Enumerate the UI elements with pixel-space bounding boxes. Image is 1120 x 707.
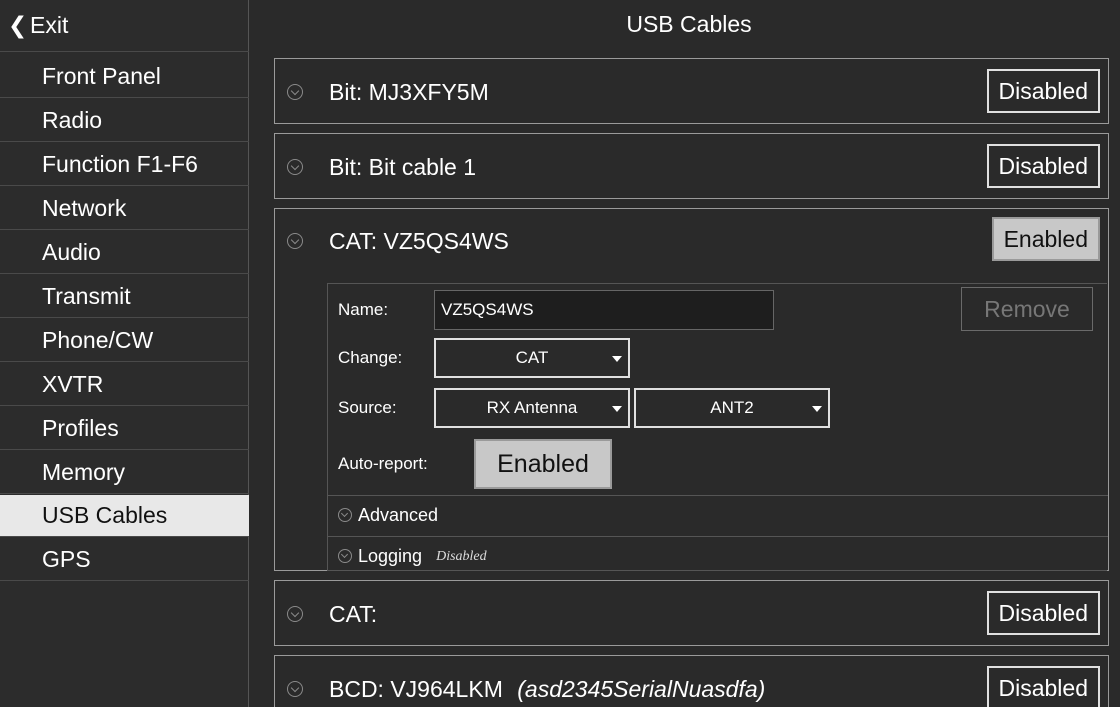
advanced-section-toggle[interactable]: Advanced: [328, 495, 1108, 535]
remove-button[interactable]: Remove: [961, 287, 1093, 331]
logging-section-toggle[interactable]: Logging Disabled: [328, 536, 1108, 576]
collapse-chevron-icon[interactable]: [287, 233, 303, 249]
sidebar-item-gps[interactable]: GPS: [0, 539, 249, 581]
cable-detail: Name: VZ5QS4WS Remove Change: CAT Source…: [327, 283, 1108, 571]
cable-state-button[interactable]: Disabled: [986, 591, 1100, 635]
cable-name: MJ3XFY5M: [368, 79, 489, 105]
exit-label: Exit: [30, 12, 69, 38]
main-content: USB Cables Bit: MJ3XFY5M Disabled Bit: B…: [258, 0, 1120, 707]
cable-type: Bit:: [329, 79, 363, 105]
cable-name: VZ5QS4WS: [383, 228, 509, 254]
chevron-left-icon: ❮: [8, 12, 28, 38]
source-value: RX Antenna: [486, 398, 578, 417]
page-title: USB Cables: [626, 11, 752, 37]
cable-panel: Bit: Bit cable 1 Disabled: [274, 133, 1109, 199]
expand-chevron-icon[interactable]: [287, 681, 303, 697]
sidebar-item-audio[interactable]: Audio: [0, 232, 249, 274]
logging-label: Logging: [358, 546, 423, 566]
cable-panel-header[interactable]: Bit: Bit cable 1 Disabled: [275, 134, 1108, 192]
cable-type: CAT:: [329, 601, 378, 627]
cable-title: CAT:: [329, 601, 377, 628]
caret-down-icon: [612, 356, 622, 362]
source-port-value: ANT2: [710, 398, 754, 417]
name-label: Name:: [338, 300, 389, 319]
settings-sidebar: ❮ Exit Front Panel Radio Function F1-F6 …: [0, 0, 249, 707]
caret-down-icon: [812, 406, 822, 412]
cable-serial: (asd2345SerialNuasdfa): [517, 676, 766, 702]
cable-state-button[interactable]: Disabled: [986, 144, 1100, 188]
advanced-label: Advanced: [358, 505, 439, 525]
cable-state-button[interactable]: Disabled: [986, 666, 1100, 707]
name-field[interactable]: VZ5QS4WS: [434, 290, 774, 330]
cable-panel-expanded: CAT: VZ5QS4WS Enabled Name: VZ5QS4WS Rem…: [274, 208, 1109, 571]
change-dropdown[interactable]: CAT: [434, 338, 630, 378]
cable-panel-header[interactable]: CAT: VZ5QS4WS Enabled: [275, 209, 1108, 267]
auto-report-label: Auto-report:: [338, 454, 428, 473]
cable-panel-header[interactable]: BCD: VJ964LKM (asd2345SerialNuasdfa) Dis…: [275, 656, 1108, 707]
cable-panel: Bit: MJ3XFY5M Disabled: [274, 58, 1109, 124]
cable-title: Bit: MJ3XFY5M: [329, 79, 489, 106]
cable-name: VJ964LKM: [390, 676, 503, 702]
expand-chevron-icon[interactable]: [287, 84, 303, 100]
expand-chevron-icon: [338, 549, 352, 563]
cable-panel: CAT: Disabled: [274, 580, 1109, 646]
cable-type: BCD:: [329, 676, 384, 702]
source-label: Source:: [338, 398, 397, 417]
cable-type: CAT:: [329, 228, 378, 254]
expand-chevron-icon[interactable]: [287, 606, 303, 622]
cable-panel-header[interactable]: Bit: MJ3XFY5M Disabled: [275, 59, 1108, 117]
sidebar-item-phone-cw[interactable]: Phone/CW: [0, 320, 249, 362]
cable-title: BCD: VJ964LKM (asd2345SerialNuasdfa): [329, 676, 765, 703]
cable-panel: BCD: VJ964LKM (asd2345SerialNuasdfa) Dis…: [274, 655, 1109, 707]
sidebar-item-transmit[interactable]: Transmit: [0, 276, 249, 318]
sidebar-item-radio[interactable]: Radio: [0, 100, 249, 142]
sidebar-item-profiles[interactable]: Profiles: [0, 408, 249, 450]
cable-title: Bit: Bit cable 1: [329, 154, 476, 181]
exit-button[interactable]: ❮ Exit: [0, 0, 249, 52]
cable-name: Bit cable 1: [368, 154, 477, 180]
cable-state-button[interactable]: Enabled: [991, 217, 1100, 261]
cable-title: CAT: VZ5QS4WS: [329, 228, 509, 255]
sidebar-item-network[interactable]: Network: [0, 188, 249, 230]
auto-report-toggle[interactable]: Enabled: [474, 439, 612, 489]
logging-state: Disabled: [436, 548, 487, 564]
sidebar-item-usb-cables[interactable]: USB Cables: [0, 495, 249, 537]
caret-down-icon: [612, 406, 622, 412]
change-label: Change:: [338, 348, 403, 367]
expand-chevron-icon: [338, 508, 352, 522]
cable-type: Bit:: [329, 154, 363, 180]
source-dropdown[interactable]: RX Antenna: [434, 388, 630, 428]
source-port-dropdown[interactable]: ANT2: [634, 388, 830, 428]
sidebar-item-front-panel[interactable]: Front Panel: [0, 56, 249, 98]
expand-chevron-icon[interactable]: [287, 159, 303, 175]
sidebar-item-xvtr[interactable]: XVTR: [0, 364, 249, 406]
cable-state-button[interactable]: Disabled: [986, 69, 1100, 113]
sidebar-item-function-f1-f6[interactable]: Function F1-F6: [0, 144, 249, 186]
cable-panel-header[interactable]: CAT: Disabled: [275, 581, 1108, 639]
sidebar-item-memory[interactable]: Memory: [0, 452, 249, 494]
change-value: CAT: [515, 348, 549, 367]
